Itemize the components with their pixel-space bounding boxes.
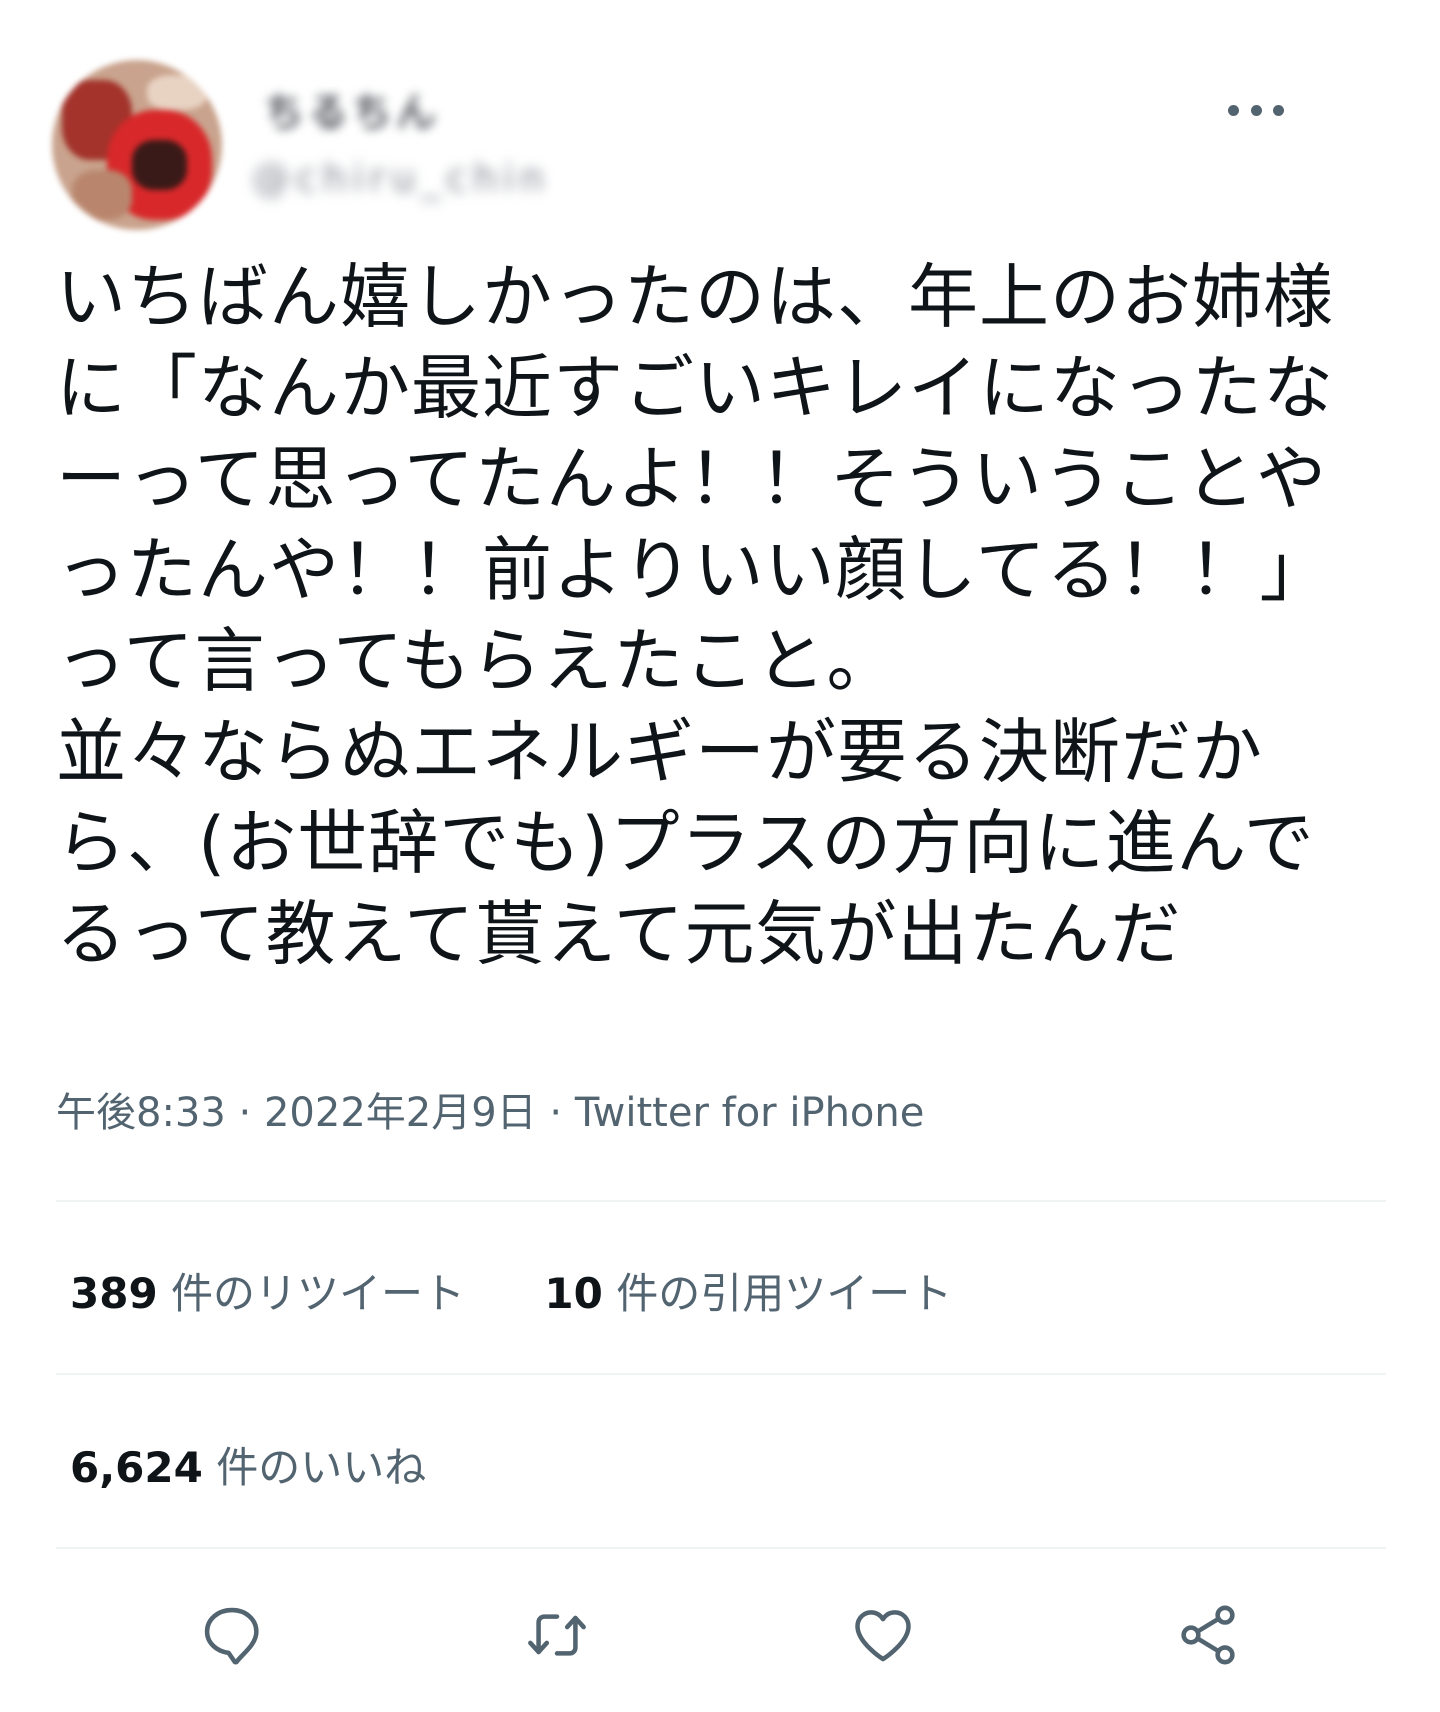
avatar[interactable] (52, 60, 222, 230)
retweet-count: 389 (70, 1269, 158, 1318)
display-name[interactable]: ちるちん (264, 80, 440, 138)
quote-count-link[interactable]: 10 件の引用ツイート (544, 1260, 952, 1321)
tweet-text: いちばん嬉しかったのは、年上のお姉様に「なんか最近すごいキレイになったなーって思… (56, 256, 1334, 975)
reply-button[interactable] (192, 1595, 272, 1675)
tweet-action-bar (0, 1595, 1440, 1675)
retweet-button[interactable] (517, 1595, 597, 1675)
retweet-count-label: 件のリツイート (171, 1269, 466, 1318)
share-button[interactable] (1168, 1595, 1248, 1675)
like-button[interactable] (843, 1595, 923, 1675)
like-count-label: 件のいいね (216, 1443, 427, 1492)
divider (56, 1373, 1386, 1375)
divider (56, 1547, 1386, 1549)
retweet-icon (528, 1614, 586, 1656)
meta-separator: · (549, 1090, 563, 1136)
heart-icon (855, 1610, 911, 1662)
user-handle[interactable]: @chiru_chin (252, 156, 550, 200)
tweet-detail-page: ちるちん @chiru_chin いちばん嬉しかったのは、年上のお姉様に「なんか… (0, 0, 1440, 1712)
like-count: 6,624 (70, 1443, 203, 1492)
tweet-date[interactable]: 2022年2月9日 (264, 1090, 537, 1136)
meta-separator: · (238, 1090, 252, 1136)
stats-row-likes: 6,624 件のいいね (70, 1434, 426, 1495)
like-count-link[interactable]: 6,624 件のいいね (70, 1434, 426, 1495)
tweet-meta: 午後8:33 · 2022年2月9日 · Twitter for iPhone (56, 1080, 924, 1138)
share-icon (1181, 1605, 1235, 1665)
stats-row-retweets: 389 件のリツイート 10 件の引用ツイート (70, 1260, 952, 1321)
tweet-source-link[interactable]: Twitter for iPhone (575, 1090, 925, 1136)
more-horizontal-icon[interactable] (1228, 90, 1284, 130)
reply-icon (204, 1607, 259, 1665)
divider (56, 1200, 1386, 1202)
tweet-time[interactable]: 午後8:33 (56, 1090, 226, 1136)
quote-count: 10 (544, 1269, 603, 1318)
quote-count-label: 件の引用ツイート (616, 1269, 953, 1318)
retweet-count-link[interactable]: 389 件のリツイート (70, 1260, 465, 1321)
tweet-header: ちるちん @chiru_chin (52, 60, 1392, 230)
